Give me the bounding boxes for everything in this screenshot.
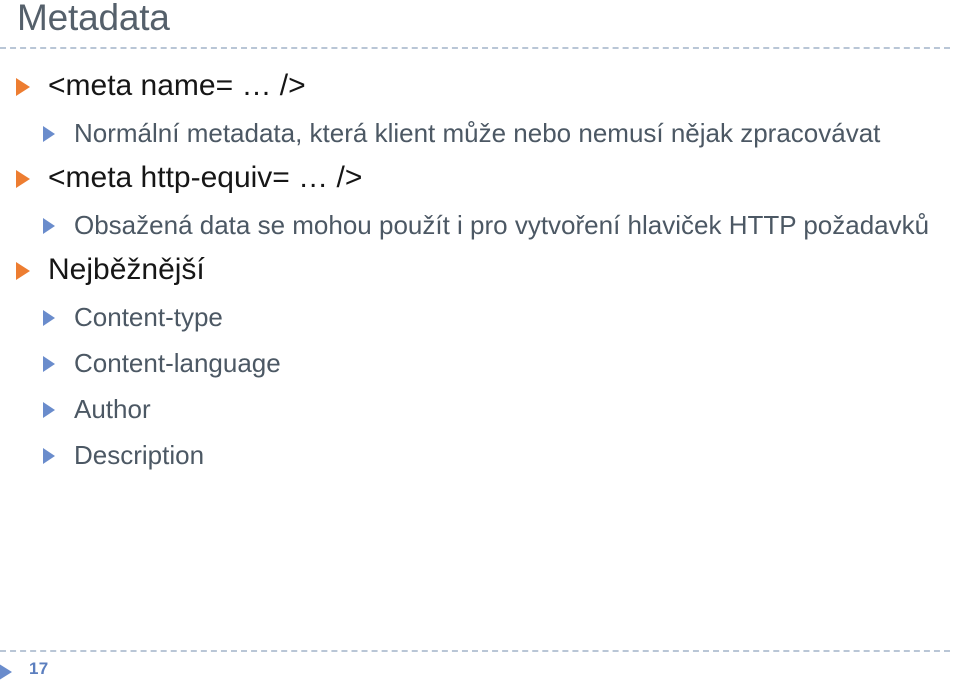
triangle-bullet-icon: [43, 126, 55, 142]
triangle-bullet-icon: [43, 402, 55, 418]
triangle-bullet-icon: [0, 662, 12, 682]
bullet-text: Description: [74, 440, 205, 470]
bullet-text: Content-language: [74, 348, 281, 378]
bullet-text: Author: [74, 394, 151, 424]
bullet-text: <meta http-equiv= … />: [48, 161, 363, 194]
bullet-text: Nejběžnější: [48, 253, 205, 286]
bullet-item-level1: <meta http-equiv= … />: [0, 154, 960, 202]
title-divider: [0, 47, 950, 49]
footer-divider: [0, 650, 950, 652]
slide-canvas: { "slide": { "title": "Metadata", "page_…: [0, 0, 960, 689]
bullet-text: <meta name= … />: [48, 69, 306, 102]
triangle-bullet-icon: [43, 356, 55, 372]
bullet-text: Normální metadata, která klient může neb…: [74, 118, 881, 148]
triangle-bullet-icon: [43, 218, 55, 234]
bullet-item-level2: Normální metadata, která klient může neb…: [0, 110, 960, 156]
triangle-bullet-icon: [43, 310, 55, 326]
triangle-bullet-icon: [16, 78, 30, 96]
triangle-bullet-icon: [16, 170, 30, 188]
bullet-text: Obsažená data se mohou použít i pro vytv…: [74, 210, 930, 240]
bullet-item-level2: Content-language: [0, 340, 960, 386]
slide-footer: 17: [0, 655, 960, 689]
triangle-bullet-icon: [16, 262, 30, 280]
slide-title: Metadata: [17, 0, 170, 38]
slide-body: <meta name= … /> Normální metadata, kter…: [0, 62, 960, 478]
page-number: 17: [29, 659, 49, 678]
bullet-text: Content-type: [74, 302, 223, 332]
bullet-item-level2: Description: [0, 432, 960, 478]
bullet-item-level1: <meta name= … />: [0, 62, 960, 110]
bullet-item-level1: Nejběžnější: [0, 246, 960, 294]
bullet-item-level2: Author: [0, 386, 960, 432]
bullet-item-level2: Content-type: [0, 294, 960, 340]
triangle-bullet-icon: [43, 448, 55, 464]
bullet-item-level2: Obsažená data se mohou použít i pro vytv…: [0, 202, 960, 248]
